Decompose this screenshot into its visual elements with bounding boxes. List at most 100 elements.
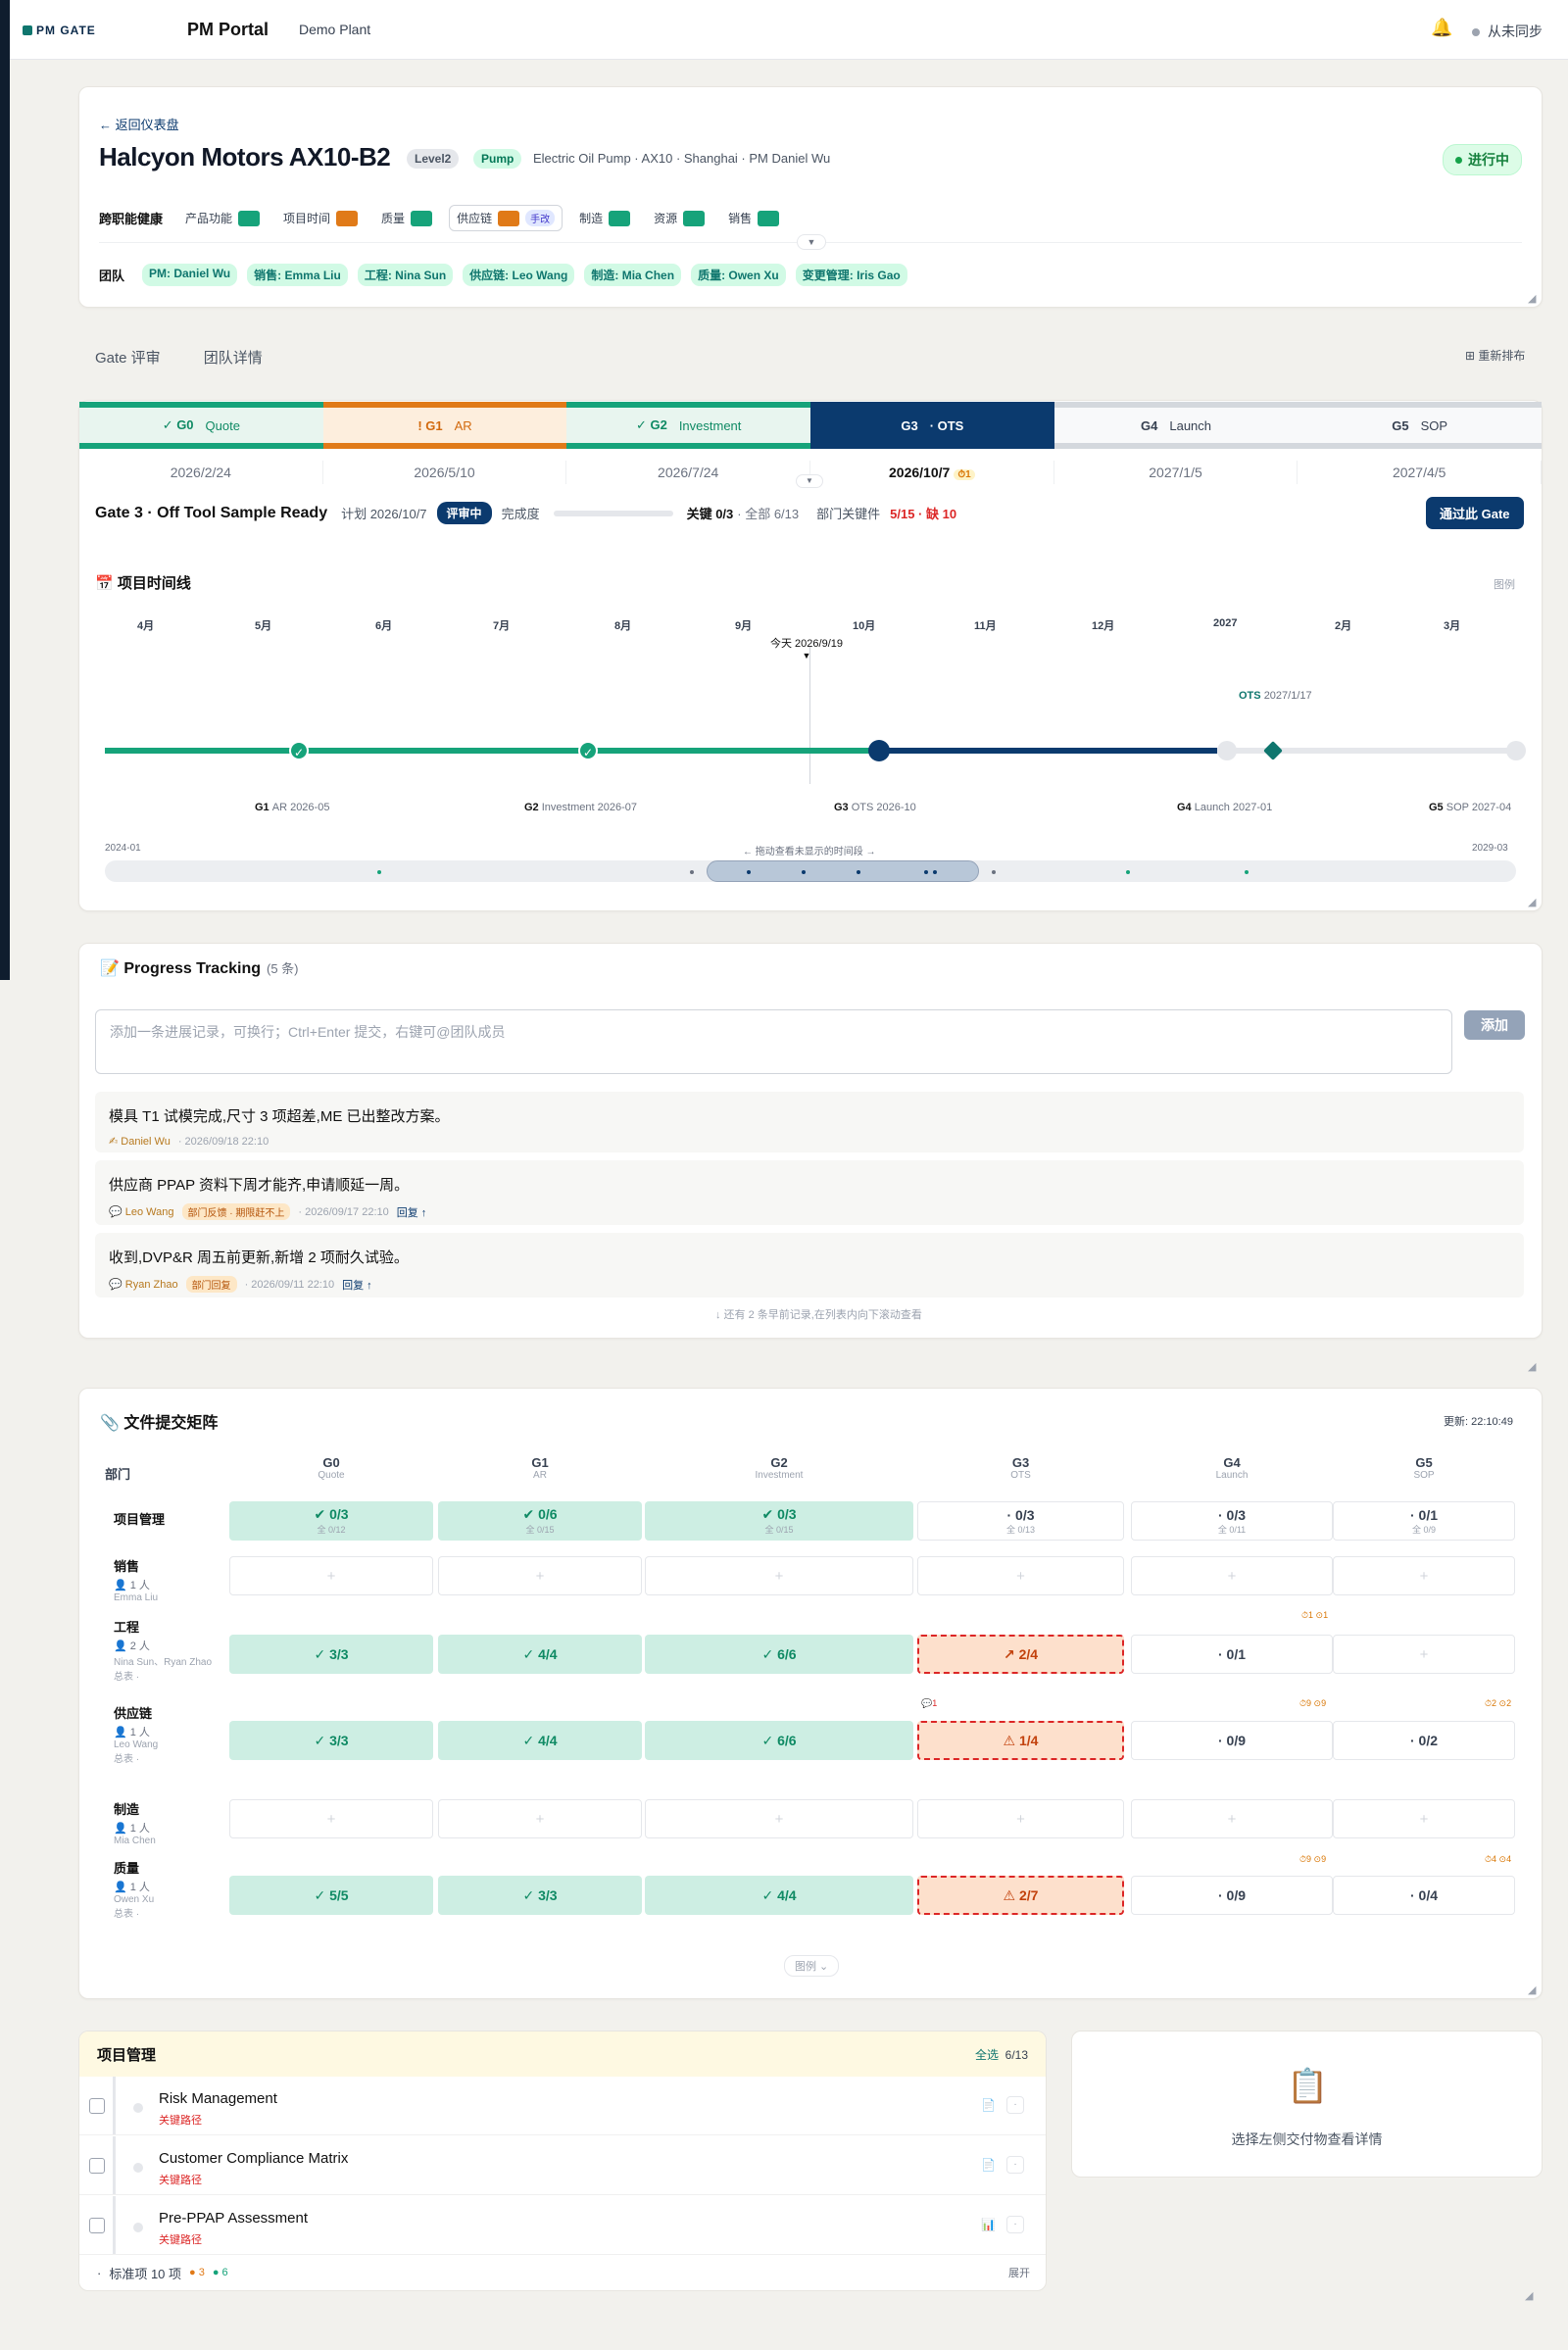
team-member-chip[interactable]: 工程: Nina Sun xyxy=(357,264,454,286)
matrix-cell[interactable]: ✔ 0/3 全 0/12 xyxy=(229,1501,433,1541)
gate-tab[interactable]: ✓ G0 Quote xyxy=(79,402,323,449)
matrix-cell[interactable]: + xyxy=(438,1799,642,1838)
matrix-cell[interactable]: + xyxy=(229,1556,433,1595)
matrix-cell[interactable]: ✔ 0/3 全 0/15 xyxy=(645,1501,913,1541)
team-member-chip[interactable]: 变更管理: Iris Gao xyxy=(795,264,907,286)
matrix-cell[interactable]: + xyxy=(1333,1799,1515,1838)
matrix-cell[interactable]: + xyxy=(917,1799,1124,1838)
dept-summary-link[interactable]: 总表 · xyxy=(114,1750,158,1765)
add-progress-button[interactable]: 添加 xyxy=(1464,1010,1525,1040)
team-member-chip[interactable]: 制造: Mia Chen xyxy=(584,264,682,286)
g5-node[interactable] xyxy=(1506,741,1526,760)
row-checkbox[interactable] xyxy=(89,2158,105,2174)
team-member-chip[interactable]: 供应链: Leo Wang xyxy=(463,264,575,286)
deliverable-row[interactable]: Customer Compliance Matrix 关键路径 📄 · xyxy=(79,2136,1046,2195)
matrix-cell[interactable]: ✓ 4/4 xyxy=(438,1635,642,1674)
progress-input[interactable]: 添加一条进展记录，可换行；Ctrl+Enter 提交，右键可@团队成员 xyxy=(95,1009,1452,1074)
top-bar: PM GATE PM Portal Demo Plant 🔔 从未同步 xyxy=(10,0,1568,60)
matrix-cell[interactable]: ✓ 6/6 xyxy=(645,1721,913,1760)
matrix-cell[interactable]: · 0/3 全 0/11 xyxy=(1131,1501,1333,1541)
resize-handle-icon[interactable]: ◢ xyxy=(1528,293,1540,305)
reply-link[interactable]: 回复 ↑ xyxy=(342,1277,372,1293)
matrix-cell[interactable]: + xyxy=(1333,1635,1515,1674)
matrix-cell[interactable]: ✓ 4/4 xyxy=(645,1876,913,1915)
deliverable-row[interactable]: Pre-PPAP Assessment 关键路径 📊 · xyxy=(79,2196,1046,2255)
gate-tab[interactable]: G4 Launch xyxy=(1054,402,1298,449)
health-item[interactable]: 销售 xyxy=(721,205,786,231)
chevron-down-icon[interactable]: ▼ xyxy=(797,234,826,250)
row-checkbox[interactable] xyxy=(89,2218,105,2233)
resize-handle-icon[interactable]: ◢ xyxy=(1528,897,1540,908)
reply-link[interactable]: 回复 ↑ xyxy=(397,1204,427,1220)
g1-node[interactable]: ✓ xyxy=(289,741,309,760)
chevron-down-icon[interactable]: ▼ xyxy=(796,474,823,488)
gate-name: Launch xyxy=(1169,417,1212,433)
row-action-button[interactable]: · xyxy=(1006,2216,1024,2233)
matrix-cell[interactable]: ✓ 3/3 xyxy=(438,1876,642,1915)
row-action-button[interactable]: · xyxy=(1006,2096,1024,2114)
matrix-cell[interactable]: + xyxy=(1131,1556,1333,1595)
g3-node[interactable] xyxy=(868,740,890,761)
matrix-cell[interactable]: · 0/4 xyxy=(1333,1876,1515,1915)
matrix-cell[interactable]: + xyxy=(917,1556,1124,1595)
gate-tab[interactable]: ✓ G2 Investment xyxy=(566,402,811,449)
dept-summary-link[interactable]: 总表 · xyxy=(114,1668,212,1683)
resize-handle-icon[interactable]: ◢ xyxy=(1528,1361,1540,1373)
health-item[interactable]: 产品功能 xyxy=(178,205,267,231)
team-member-chip[interactable]: PM: Daniel Wu xyxy=(142,264,238,286)
timeline-legend-button[interactable]: 图例 xyxy=(1494,576,1515,592)
health-item[interactable]: 资源 xyxy=(647,205,711,231)
matrix-cell[interactable]: ✓ 4/4 xyxy=(438,1721,642,1760)
pm-footer[interactable]: · 标准项 10 项 ● 3 ● 6 展开 xyxy=(79,2253,1046,2290)
matrix-cell[interactable]: ✓ 6/6 xyxy=(645,1635,913,1674)
matrix-cell[interactable]: ✓ 5/5 xyxy=(229,1876,433,1915)
rearrange-button[interactable]: ⊞ 重新排布 xyxy=(1465,347,1525,364)
matrix-cell[interactable]: · 0/2 xyxy=(1333,1721,1515,1760)
g2-node[interactable]: ✓ xyxy=(578,741,598,760)
gate-tab[interactable]: G5 SOP xyxy=(1298,402,1543,449)
row-action-button[interactable]: · xyxy=(1006,2156,1024,2174)
app-logo[interactable]: PM GATE xyxy=(23,24,96,37)
resize-handle-icon[interactable]: ◢ xyxy=(1525,2289,1533,2302)
tab-team-detail[interactable]: 团队详情 xyxy=(204,347,263,367)
gate-tab[interactable]: ! G1 AR xyxy=(322,402,567,449)
dept-summary-link[interactable]: 总表 · xyxy=(114,1905,154,1920)
matrix-cell[interactable]: + xyxy=(438,1556,642,1595)
health-item[interactable]: 制造 xyxy=(572,205,637,231)
expand-button[interactable]: 展开 xyxy=(1008,2265,1030,2280)
team-member-chip[interactable]: 质量: Owen Xu xyxy=(691,264,786,286)
matrix-cell[interactable]: + xyxy=(645,1799,913,1838)
matrix-cell[interactable]: + xyxy=(229,1799,433,1838)
matrix-legend-button[interactable]: 图例 ⌄ xyxy=(784,1955,840,1977)
tab-gate-review[interactable]: Gate 评审 xyxy=(95,347,161,367)
matrix-cell[interactable]: + xyxy=(645,1556,913,1595)
matrix-cell[interactable]: ✓ 3/3 xyxy=(229,1635,433,1674)
matrix-cell[interactable]: ✔ 0/6 全 0/15 xyxy=(438,1501,642,1541)
matrix-cell[interactable]: ⚠ 1/4 xyxy=(917,1721,1124,1760)
health-item[interactable]: 供应链 手改 xyxy=(449,205,564,231)
health-item[interactable]: 质量 xyxy=(374,205,439,231)
bell-icon[interactable]: 🔔 xyxy=(1431,18,1452,38)
matrix-cell[interactable]: · 0/9 xyxy=(1131,1721,1333,1760)
matrix-cell[interactable]: ↗ 2/4 xyxy=(917,1635,1124,1674)
select-all-button[interactable]: 全选 xyxy=(975,2048,999,2062)
deliverable-row[interactable]: Risk Management 关键路径 📄 · xyxy=(79,2077,1046,2135)
matrix-cell[interactable]: · 0/1 xyxy=(1131,1635,1333,1674)
sync-status[interactable]: 从未同步 xyxy=(1472,22,1543,41)
health-item[interactable]: 项目时间 xyxy=(276,205,365,231)
matrix-cell[interactable]: · 0/1 全 0/9 xyxy=(1333,1501,1515,1541)
matrix-cell[interactable]: · 0/9 xyxy=(1131,1876,1333,1915)
matrix-cell[interactable]: ⚠ 2/7 xyxy=(917,1876,1124,1915)
matrix-cell[interactable]: + xyxy=(1131,1799,1333,1838)
portal-title[interactable]: PM Portal xyxy=(187,20,269,40)
matrix-cell[interactable]: + xyxy=(1333,1556,1515,1595)
back-link[interactable]: ← 返回仪表盘 xyxy=(99,115,179,133)
matrix-cell[interactable]: · 0/3 全 0/13 xyxy=(917,1501,1124,1541)
row-checkbox[interactable] xyxy=(89,2098,105,2114)
resize-handle-icon[interactable]: ◢ xyxy=(1528,1984,1540,1996)
pass-gate-button[interactable]: 通过此 Gate xyxy=(1426,497,1524,529)
g4-node[interactable] xyxy=(1217,741,1237,760)
gate-tab[interactable]: G3 · OTS xyxy=(810,402,1054,449)
matrix-cell[interactable]: ✓ 3/3 xyxy=(229,1721,433,1760)
team-member-chip[interactable]: 销售: Emma Liu xyxy=(247,264,348,286)
